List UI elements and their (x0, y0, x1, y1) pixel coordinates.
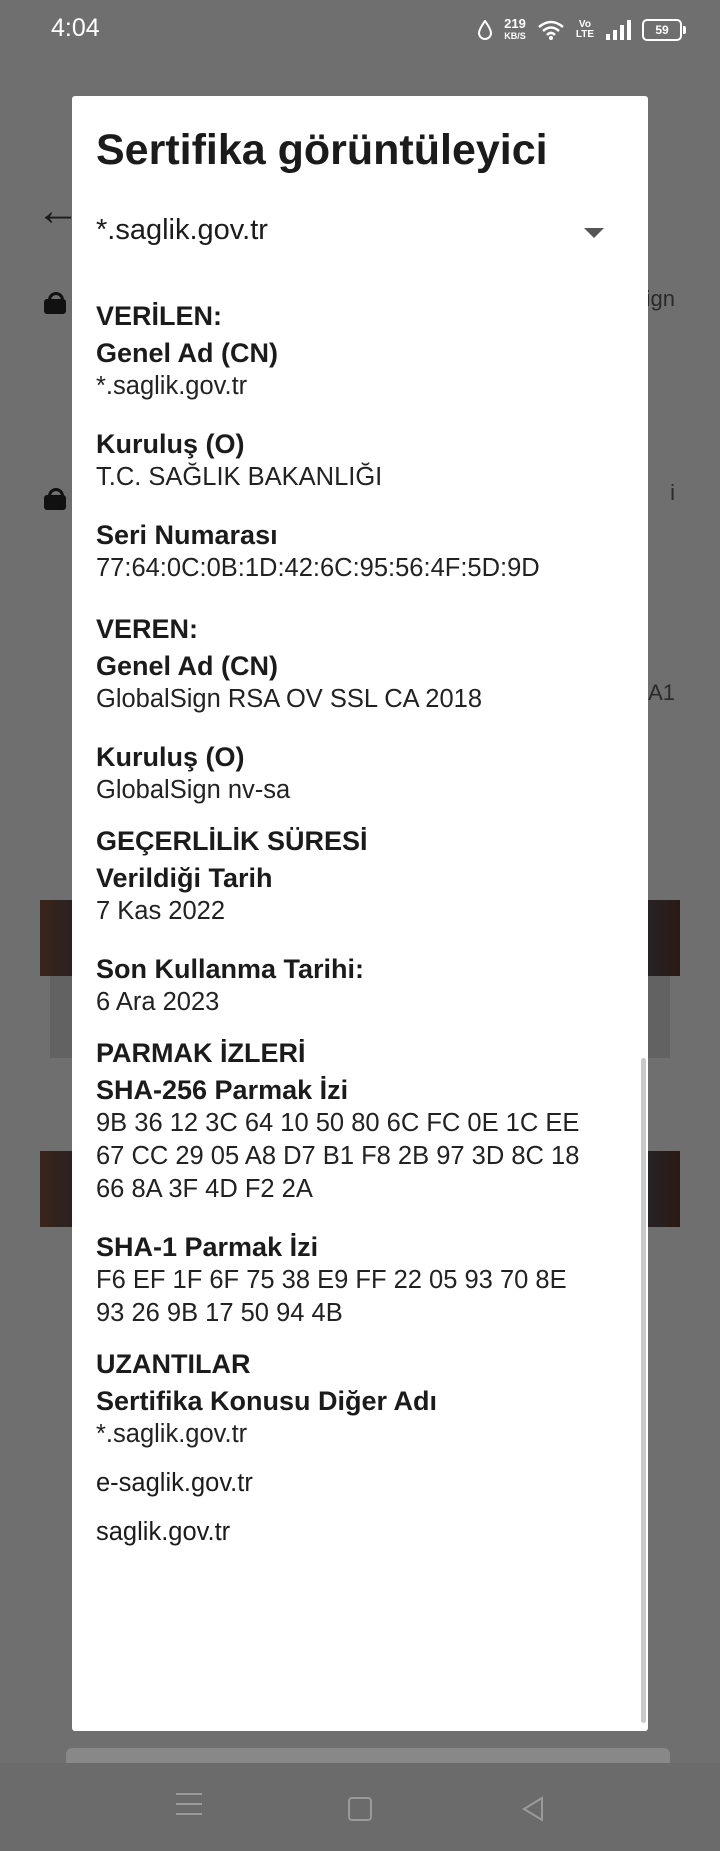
background-partial-text: i (670, 480, 675, 505)
field-label: Genel Ad (CN) (96, 338, 278, 368)
network-speed-unit: KB/S (504, 31, 526, 41)
fingerprints-heading: PARMAK İZLERİ (96, 1038, 306, 1068)
validity-heading: GEÇERLİLİK SÜRESİ (96, 826, 368, 856)
issued-to-o: Kuruluş (O) T.C. SAĞLIK BAKANLIĞI (96, 427, 621, 494)
field-label: Sertifika Konusu Diğer Adı (96, 1386, 438, 1416)
network-speed-value: 219 (504, 16, 526, 31)
field-value: F6 EF 1F 6F 75 38 E9 FF 22 05 93 70 8E 9… (96, 1266, 567, 1327)
san-value: saglik.gov.tr (96, 1518, 231, 1546)
data-saver-icon (478, 20, 493, 40)
field-value: GlobalSign nv-sa (96, 776, 291, 804)
issued-date: Verildiği Tarih 7 Kas 2022 (96, 861, 621, 928)
scrollbar[interactable] (641, 1058, 646, 1723)
field-value: 77:64:0C:0B:1D:42:6C:95:56:4F:5D:9D (96, 554, 540, 582)
home-icon[interactable] (348, 1797, 372, 1821)
back-icon[interactable] (520, 1796, 546, 1822)
subject-alt-names: Sertifika Konusu Diğer Adı *.saglik.gov.… (96, 1384, 621, 1549)
issued-to-heading: VERİLEN: (96, 301, 223, 331)
volte-bottom: LTE (575, 29, 594, 40)
field-value: GlobalSign RSA OV SSL CA 2018 (96, 685, 483, 713)
certificate-details: VERİLEN: Genel Ad (CN) *.saglik.gov.tr K… (96, 296, 621, 1573)
lock-icon (44, 292, 68, 314)
field-label: SHA-256 Parmak İzi (96, 1075, 349, 1105)
field-value: *.saglik.gov.tr (96, 372, 248, 400)
lock-icon (44, 488, 68, 510)
san-value: *.saglik.gov.tr (96, 1420, 248, 1448)
certificate-selector[interactable]: *.saglik.gov.tr (96, 214, 626, 260)
wifi-icon (538, 20, 564, 40)
extensions-heading: UZANTILAR (96, 1349, 251, 1379)
field-label: Genel Ad (CN) (96, 651, 278, 681)
field-value: T.C. SAĞLIK BAKANLIĞI (96, 463, 383, 491)
background-partial-text: A1 (648, 680, 675, 705)
field-label: SHA-1 Parmak İzi (96, 1232, 319, 1262)
status-time: 4:04 (51, 14, 100, 42)
field-label: Kuruluş (O) (96, 429, 245, 459)
background-partial-text: ign (645, 286, 675, 311)
recent-apps-icon[interactable] (176, 1793, 202, 1823)
issued-by-o: Kuruluş (O) GlobalSign nv-sa (96, 740, 621, 807)
issued-to-cn: Genel Ad (CN) *.saglik.gov.tr (96, 336, 621, 403)
signal-icon (606, 20, 631, 40)
issued-by-cn: Genel Ad (CN) GlobalSign RSA OV SSL CA 2… (96, 649, 621, 716)
network-speed: 219 KB/S (504, 16, 526, 42)
field-label: Son Kullanma Tarihi: (96, 954, 365, 984)
field-label: Verildiği Tarih (96, 863, 273, 893)
serial-number: Seri Numarası 77:64:0C:0B:1D:42:6C:95:56… (96, 518, 621, 585)
san-value: e-saglik.gov.tr (96, 1469, 253, 1497)
issued-by-heading: VEREN: (96, 614, 199, 644)
selected-certificate: *.saglik.gov.tr (96, 214, 268, 246)
dropdown-arrow-icon[interactable] (584, 228, 604, 238)
certificate-viewer-dialog: Sertifika görüntüleyici *.saglik.gov.tr … (72, 96, 648, 1731)
sha256-fingerprint: SHA-256 Parmak İzi 9B 36 12 3C 64 10 50 … (96, 1073, 621, 1206)
field-value: 7 Kas 2022 (96, 897, 226, 925)
field-label: Seri Numarası (96, 520, 278, 550)
field-value: 9B 36 12 3C 64 10 50 80 6C FC 0E 1C EE 6… (96, 1109, 580, 1203)
dialog-title: Sertifika görüntüleyici (96, 126, 548, 174)
volte-indicator: Vo LTE (576, 20, 594, 40)
field-value: 6 Ara 2023 (96, 988, 220, 1016)
status-bar: 4:04 219 KB/S Vo LTE 59 (0, 0, 720, 64)
navigation-bar (0, 1763, 720, 1851)
expiry-date: Son Kullanma Tarihi: 6 Ara 2023 (96, 952, 621, 1019)
field-label: Kuruluş (O) (96, 742, 245, 772)
battery-icon: 59 (642, 19, 686, 41)
sha1-fingerprint: SHA-1 Parmak İzi F6 EF 1F 6F 75 38 E9 FF… (96, 1230, 621, 1330)
status-icons: 219 KB/S Vo LTE 59 (477, 16, 686, 42)
